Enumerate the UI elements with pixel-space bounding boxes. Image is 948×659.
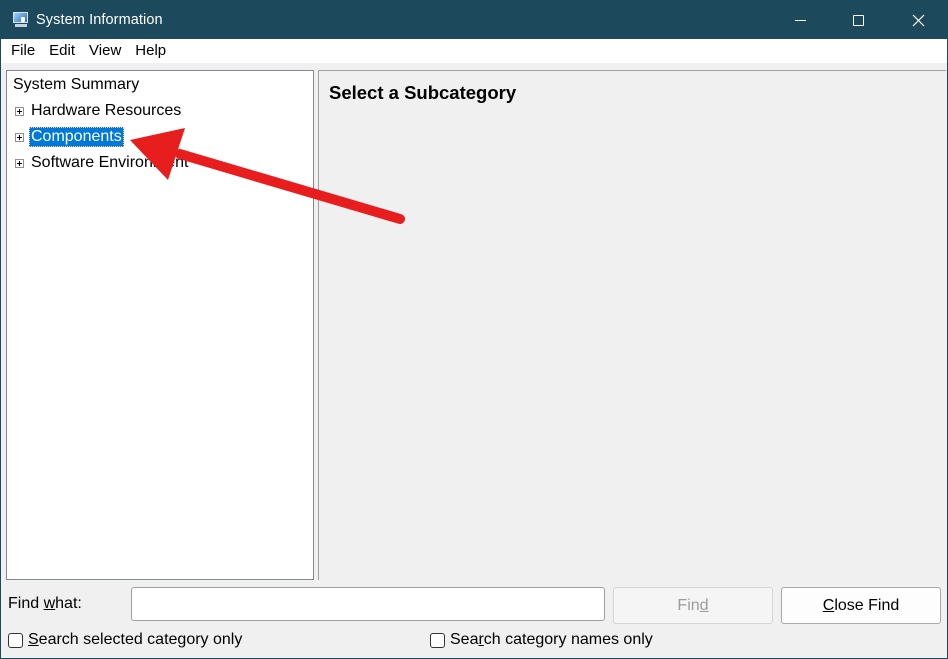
maximize-button[interactable] — [829, 1, 887, 39]
menu-file[interactable]: File — [4, 39, 42, 63]
find-bar: Find what: Fin d Close Find — [1, 586, 947, 624]
detail-heading: Select a Subcategory — [329, 82, 517, 103]
system-information-window: System Information File Edit View Help S… — [0, 0, 948, 659]
system-information-app-icon — [12, 12, 30, 28]
tree-item-system-summary[interactable]: System Summary — [13, 75, 139, 95]
menu-view[interactable]: View — [82, 39, 128, 63]
search-category-names-only-label: Search category names only — [450, 631, 653, 648]
menu-edit[interactable]: Edit — [42, 39, 82, 63]
tree-item-components[interactable]: Components — [15, 126, 124, 148]
find-what-input[interactable] — [131, 587, 605, 621]
title-bar[interactable]: System Information — [1, 1, 947, 39]
search-selected-category-only-label: Search selected category only — [28, 631, 243, 648]
find-what-label: Find what: — [8, 595, 82, 612]
expand-plus-icon[interactable] — [15, 106, 24, 116]
expand-plus-icon[interactable] — [15, 132, 24, 142]
minimize-icon — [794, 19, 806, 21]
menu-help[interactable]: Help — [128, 39, 173, 63]
find-button[interactable]: Fin d — [613, 587, 773, 624]
search-category-names-only-checkbox[interactable] — [430, 632, 445, 648]
search-category-names-only-option[interactable]: Search category names only — [430, 629, 653, 651]
tree-item-hardware-resources[interactable]: Hardware Resources — [15, 100, 183, 122]
tree-item-label: Components — [29, 127, 124, 147]
category-tree[interactable]: System Summary Hardware Resources Compon… — [6, 70, 314, 580]
close-icon — [912, 14, 924, 26]
close-find-button[interactable]: Close Find — [781, 587, 941, 624]
tree-item-label: Software Environment — [31, 154, 189, 171]
expand-plus-icon[interactable] — [15, 158, 24, 168]
window-title: System Information — [36, 12, 163, 28]
search-selected-category-only-checkbox[interactable] — [8, 632, 23, 648]
tree-item-label: Hardware Resources — [31, 102, 182, 119]
search-selected-category-only-option[interactable]: Search selected category only — [8, 629, 242, 651]
close-button[interactable] — [889, 1, 947, 39]
minimize-button[interactable] — [771, 1, 829, 39]
tree-item-software-environment[interactable]: Software Environment — [15, 152, 190, 174]
detail-pane: Select a Subcategory — [318, 70, 946, 580]
menu-bar: File Edit View Help — [1, 39, 947, 63]
maximize-icon — [852, 14, 864, 26]
